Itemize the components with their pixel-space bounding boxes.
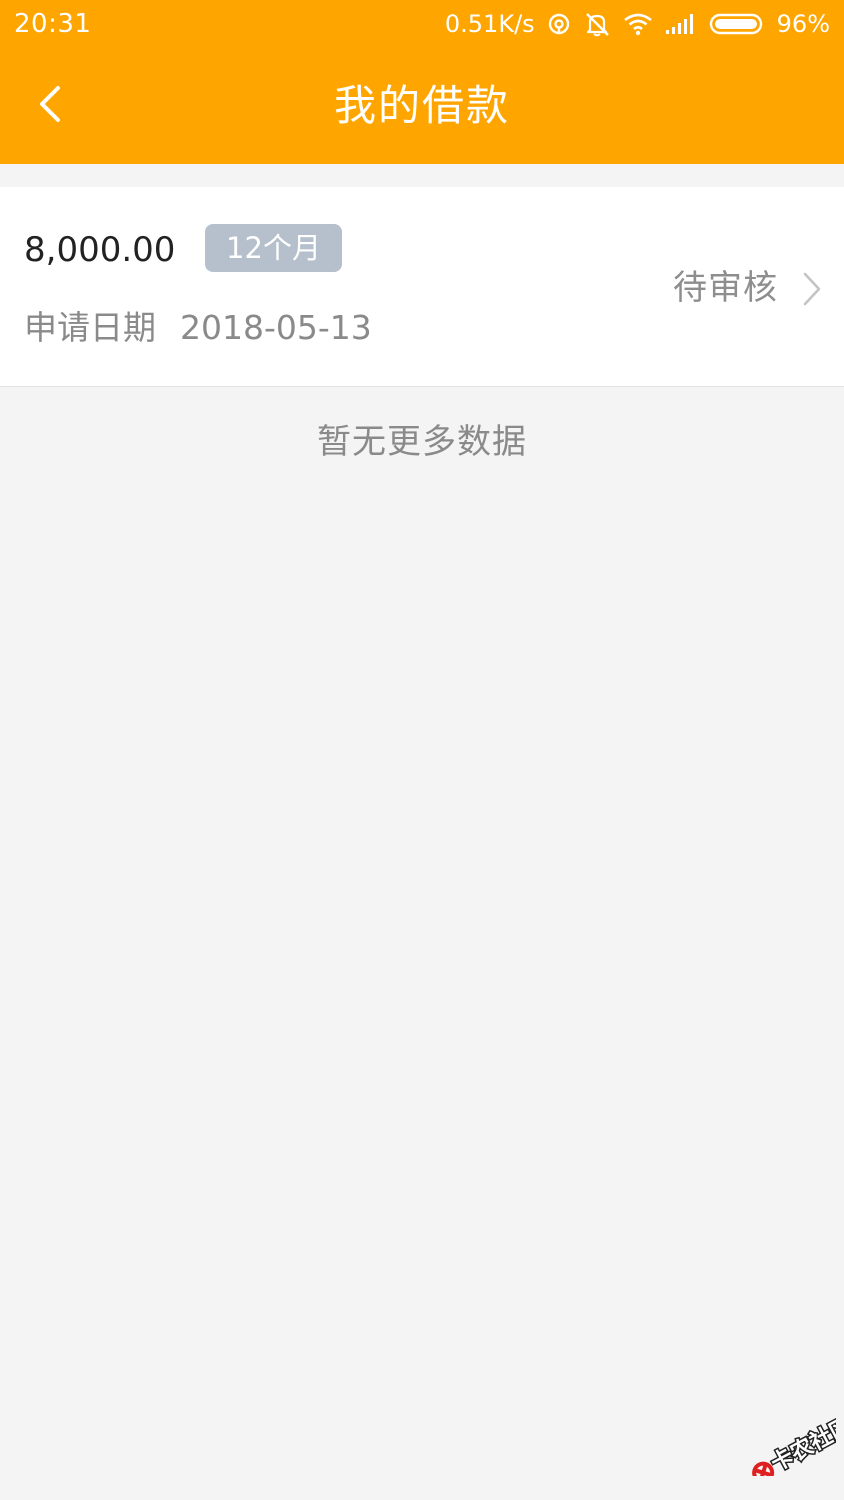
status-bar: 20:31 0.51K/s 96%	[0, 0, 844, 48]
loan-amount: 8,000.00	[24, 230, 176, 270]
battery-icon	[709, 13, 762, 35]
signal-icon	[665, 14, 693, 34]
watermark-logo: 卡农社区	[740, 1411, 844, 1484]
application-date-row: 申请日期 2018-05-13	[24, 305, 372, 351]
battery-percent: 96%	[776, 10, 830, 38]
loan-list-item[interactable]: 8,000.00 12个月 申请日期 2018-05-13 待审核	[0, 187, 844, 387]
status-right: 0.51K/s 96%	[445, 8, 830, 40]
app-header: 20:31 0.51K/s 96% 我的借款	[0, 0, 844, 164]
no-more-data-text: 暂无更多数据	[317, 422, 527, 462]
kanong-logo-icon: 卡农社区	[752, 1411, 844, 1484]
mute-icon	[585, 13, 609, 37]
term-badge: 12个月	[205, 224, 342, 272]
back-button[interactable]	[20, 74, 80, 134]
hotspot-icon	[548, 13, 569, 35]
svg-text:卡农社区: 卡农社区	[767, 1418, 836, 1476]
page-title: 我的借款	[333, 81, 510, 130]
network-speed: 0.51K/s	[444, 10, 535, 38]
loan-status: 待审核	[673, 268, 778, 308]
status-time: 20:31	[14, 9, 92, 39]
chevron-left-icon	[40, 86, 60, 122]
title-bar: 我的借款	[0, 48, 844, 164]
date-value: 2018-05-13	[180, 308, 372, 347]
date-label: 申请日期	[24, 308, 156, 347]
chevron-right-icon	[803, 272, 821, 306]
wifi-icon	[623, 13, 652, 36]
